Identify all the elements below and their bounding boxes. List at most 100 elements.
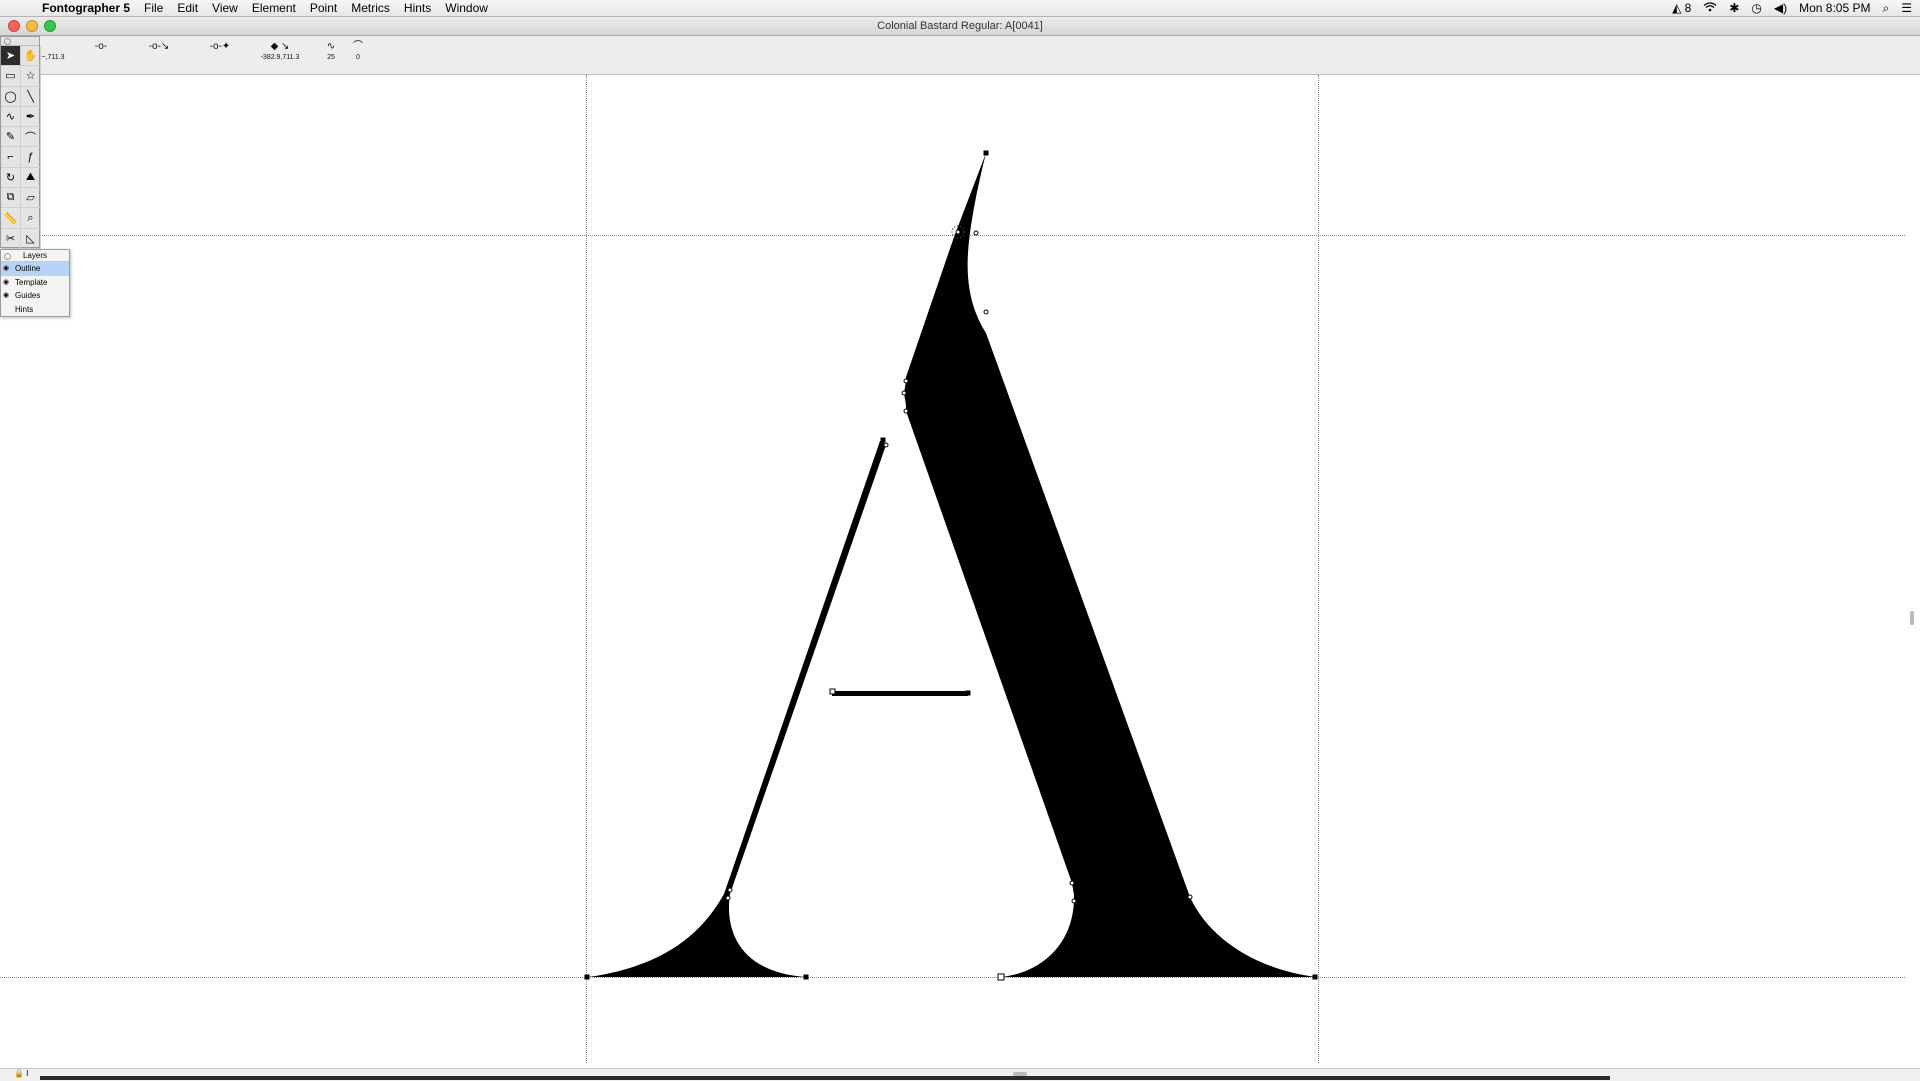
visibility-eye-icon[interactable]: ◉ xyxy=(3,289,12,303)
glyph-a-left-stroke[interactable] xyxy=(588,441,886,977)
layers-palette-titlebar[interactable]: Layers xyxy=(1,250,69,262)
shape-tool-icon[interactable]: ◺ xyxy=(21,228,41,249)
rectangle-tool-icon[interactable]: ▭ xyxy=(1,66,21,87)
perspective-tool-icon[interactable]: ⛰ xyxy=(21,167,41,189)
line-tool-icon[interactable]: ╲ xyxy=(21,86,41,107)
glyph-point[interactable] xyxy=(955,229,961,235)
curve-point-icon[interactable]: -o- xyxy=(90,40,112,54)
menu-point[interactable]: Point xyxy=(310,1,337,15)
hand-tool-icon[interactable]: ✋ xyxy=(21,46,41,67)
pen-tool-icon[interactable]: ✒ xyxy=(21,106,41,128)
scale-tool-icon[interactable]: ⧉ xyxy=(1,188,21,209)
knife-tool-icon[interactable]: ✂ xyxy=(1,228,21,249)
glyph-point[interactable] xyxy=(903,378,909,384)
glyph-outline xyxy=(584,150,1318,981)
layer-label: Outline xyxy=(15,264,41,273)
glyph-a-main-contour[interactable] xyxy=(904,153,1316,977)
glyph-point[interactable] xyxy=(829,688,836,695)
layer-label: Guides xyxy=(15,291,41,300)
star-tool-icon[interactable]: ☆ xyxy=(21,66,41,87)
glyph-point[interactable] xyxy=(973,230,979,236)
visibility-eye-icon[interactable]: ◉ xyxy=(3,262,12,276)
menu-file[interactable]: File xyxy=(144,1,163,15)
volume-icon[interactable]: ◀) xyxy=(1774,1,1787,15)
clock[interactable]: Mon 8:05 PM xyxy=(1799,1,1870,15)
glyph-point[interactable] xyxy=(880,437,886,443)
window-title: Colonial Bastard Regular: A[0041] xyxy=(877,20,1043,32)
layers-palette-title: Layers xyxy=(22,251,47,260)
glyph-point[interactable] xyxy=(803,974,809,980)
glyph-point[interactable] xyxy=(965,690,971,696)
glyph-point[interactable] xyxy=(1187,894,1193,900)
menu-element[interactable]: Element xyxy=(252,1,296,15)
tangent-icon[interactable]: ⌒ 0 xyxy=(348,40,368,61)
visibility-eye-icon[interactable]: ◉ xyxy=(3,276,12,290)
tools-palette: ➤ ✋ ▭ ☆ ◯ ╲ ∿ ✒ ✎ ⌒ ⌐ ƒ ↻ ⛰ ⧉ ▱ 📏 ⌕ ✂ ◺ xyxy=(0,36,41,249)
glyph-point[interactable] xyxy=(883,442,889,448)
point-position-readout: ◆ ↘ -382.9,711.3 xyxy=(260,41,300,61)
corner-point-tool-icon[interactable]: ⌐ xyxy=(1,147,21,168)
notification-center-icon[interactable]: ☰ xyxy=(1901,1,1912,15)
tangent-point-icon[interactable]: -o-✦ xyxy=(206,40,234,54)
time-machine-icon[interactable]: ◷ xyxy=(1751,1,1761,15)
skew-tool-icon[interactable]: ▱ xyxy=(21,188,41,209)
zoom-button[interactable] xyxy=(44,20,56,32)
layer-row-template[interactable]: ◉ Template xyxy=(1,276,69,290)
tangent-point-tool-icon[interactable]: ƒ xyxy=(21,147,41,168)
pencil-tool-icon[interactable]: ✎ xyxy=(1,127,21,148)
wifi-icon[interactable] xyxy=(1703,1,1717,15)
glyph-point[interactable] xyxy=(903,408,909,414)
layer-label: Hints xyxy=(15,304,34,314)
glyph-edit-canvas[interactable] xyxy=(0,75,1920,1068)
layer-row-outline[interactable]: ◉ Outline xyxy=(1,262,69,276)
spotlight-search-icon[interactable]: ⌕ xyxy=(1883,1,1890,16)
window-controls xyxy=(8,20,56,32)
glyph-point[interactable] xyxy=(1071,898,1077,904)
dock-edge xyxy=(40,1076,1610,1080)
lock-icon[interactable]: 🔒 I xyxy=(14,1069,28,1078)
menu-metrics[interactable]: Metrics xyxy=(351,1,390,15)
tools-palette-titlebar[interactable] xyxy=(1,37,39,46)
menu-app-name[interactable]: Fontographer 5 xyxy=(42,1,130,15)
visibility-off-icon[interactable] xyxy=(3,303,12,317)
menu-bar: Fontographer 5 File Edit View Element Po… xyxy=(0,0,1920,17)
menu-hints[interactable]: Hints xyxy=(404,1,431,15)
menu-view[interactable]: View xyxy=(212,1,238,15)
bluetooth-icon[interactable]: ✱ xyxy=(1729,1,1739,15)
status-area: ◭ 8 ✱ ◷ ◀) Mon 8:05 PM ⌕ ☰ xyxy=(1672,0,1912,16)
curve-icon[interactable]: ∿ 25 xyxy=(322,40,340,61)
close-button[interactable] xyxy=(8,20,20,32)
zoom-tool-icon[interactable]: ⌕ xyxy=(21,208,41,229)
adobe-badge-count: 8 xyxy=(1684,1,1692,15)
rotate-tool-icon[interactable]: ↻ xyxy=(1,167,21,189)
point-toolbar: ~,711.3 -o- -o-↘ -o-✦ ◆ ↘ -382.9,711.3 ∿ 2… xyxy=(0,36,1920,75)
glyph-point[interactable] xyxy=(983,150,989,156)
layer-row-guides[interactable]: ◉ Guides xyxy=(1,289,69,303)
glyph-point[interactable] xyxy=(901,390,907,396)
palette-close-icon[interactable] xyxy=(4,38,11,45)
curve-point-tool-icon[interactable]: ⌒ xyxy=(21,127,41,148)
window-titlebar: Colonial Bastard Regular: A[0041] xyxy=(0,17,1920,36)
layer-row-hints[interactable]: Hints xyxy=(1,303,69,317)
ellipse-tool-icon[interactable]: ◯ xyxy=(1,86,21,107)
vertical-scroll-thumb[interactable] xyxy=(1910,611,1914,625)
palette-close-icon[interactable] xyxy=(4,253,11,260)
corner-point-icon[interactable]: -o-↘ xyxy=(146,40,172,54)
layers-palette: Layers ◉ Outline ◉ Template ◉ Guides Hin… xyxy=(0,249,70,317)
adobe-creative-cloud-icon[interactable]: ◭ 8 xyxy=(1672,1,1691,15)
pointer-tool-icon[interactable]: ➤ xyxy=(1,46,21,67)
glyph-a-crossbar[interactable] xyxy=(832,691,968,696)
glyph-point[interactable] xyxy=(725,895,731,901)
glyph-point[interactable] xyxy=(1312,974,1318,980)
glyph-point[interactable] xyxy=(997,973,1005,981)
minimize-button[interactable] xyxy=(26,20,38,32)
measure-tool-icon[interactable]: 📏 xyxy=(1,208,21,229)
glyph-point[interactable] xyxy=(584,974,590,980)
menu-window[interactable]: Window xyxy=(445,1,488,15)
menu-edit[interactable]: Edit xyxy=(177,1,198,15)
freehand-tool-icon[interactable]: ∿ xyxy=(1,106,21,128)
glyph-point[interactable] xyxy=(727,887,733,893)
glyph-point[interactable] xyxy=(1069,880,1075,886)
glyph-point[interactable] xyxy=(983,309,989,315)
pointbar-coord-readout: ~,711.3 xyxy=(41,54,65,61)
